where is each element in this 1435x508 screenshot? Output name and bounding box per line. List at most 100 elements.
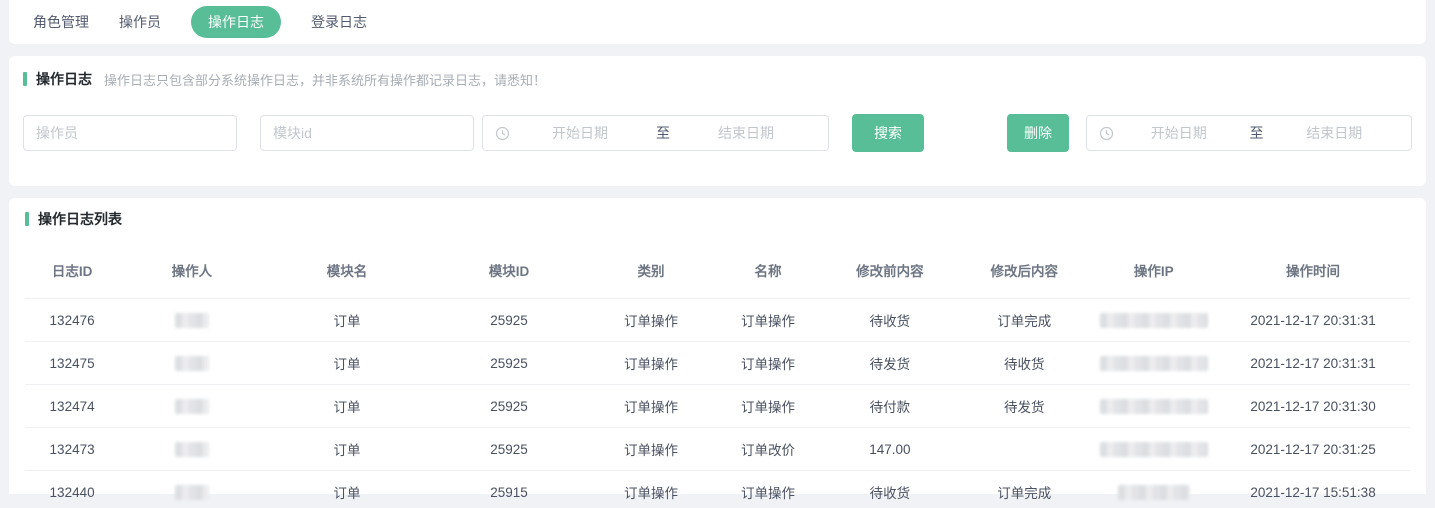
start-date-placeholder: 开始日期 [510, 123, 650, 143]
cell-operator [119, 299, 264, 342]
cell-module-id: 25925 [429, 299, 588, 342]
cell-category: 订单操作 [589, 428, 714, 471]
cell-log-id: 132473 [25, 428, 119, 471]
redacted-operator-blur [175, 485, 209, 500]
cell-operator [119, 385, 264, 428]
redacted-ip-blur [1100, 442, 1208, 457]
date-range-separator: 至 [1244, 123, 1270, 143]
cell-ip [1091, 342, 1216, 385]
col-ip: 操作IP [1091, 232, 1216, 299]
cell-category: 订单操作 [589, 385, 714, 428]
operation-log-table: 日志ID 操作人 模块名 模块ID 类别 名称 修改前内容 修改后内容 操作IP… [25, 232, 1410, 508]
cell-time: 2021-12-17 20:31:30 [1216, 385, 1410, 428]
tab-operators[interactable]: 操作员 [119, 12, 161, 32]
cell-ip [1091, 428, 1216, 471]
cell-ip [1091, 471, 1216, 508]
cell-name: 订单操作 [713, 342, 822, 385]
redacted-ip-blur [1100, 356, 1208, 371]
col-module-name: 模块名 [265, 232, 430, 299]
clock-icon [1099, 126, 1114, 141]
filter-section-note: 操作日志只包含部分系统操作日志，并非系统所有操作都记录日志，请悉知！ [104, 70, 546, 89]
redacted-operator-blur [175, 399, 209, 414]
section-accent-bar [25, 212, 29, 226]
col-operator: 操作人 [119, 232, 264, 299]
cell-before: 待收货 [823, 299, 957, 342]
col-log-id: 日志ID [25, 232, 119, 299]
cell-name: 订单操作 [713, 471, 822, 508]
delete-date-range-picker[interactable]: 开始日期 至 结束日期 [1086, 115, 1412, 151]
tab-role-management[interactable]: 角色管理 [33, 12, 89, 32]
cell-module-name: 订单 [265, 385, 430, 428]
cell-module-id: 25925 [429, 342, 588, 385]
cell-operator [119, 342, 264, 385]
redacted-operator-blur [175, 356, 209, 371]
search-date-range-picker[interactable]: 开始日期 至 结束日期 [482, 115, 829, 151]
end-date-placeholder: 结束日期 [676, 123, 816, 143]
search-button[interactable]: 搜索 [852, 114, 924, 152]
cell-operator [119, 428, 264, 471]
cell-ip [1091, 299, 1216, 342]
filter-card: 操作日志 操作日志只包含部分系统操作日志，并非系统所有操作都记录日志，请悉知！ … [9, 56, 1426, 186]
cell-after [957, 428, 1091, 471]
redacted-operator-blur [175, 442, 209, 457]
end-date-placeholder: 结束日期 [1270, 123, 1400, 143]
tab-operation-log[interactable]: 操作日志 [191, 6, 281, 38]
table-row: 132476 订单 25925 订单操作 订单操作 待收货 订单完成 2021-… [25, 299, 1410, 342]
log-list-section-header: 操作日志列表 [25, 208, 1410, 230]
col-time: 操作时间 [1216, 232, 1410, 299]
cell-before: 147.00 [823, 428, 957, 471]
date-range-separator: 至 [650, 123, 676, 143]
filter-section-header: 操作日志 操作日志只包含部分系统操作日志，并非系统所有操作都记录日志，请悉知！ [23, 68, 1412, 90]
cell-after: 订单完成 [957, 299, 1091, 342]
cell-after: 订单完成 [957, 471, 1091, 508]
delete-button[interactable]: 删除 [1007, 114, 1069, 152]
cell-operator [119, 471, 264, 508]
cell-time: 2021-12-17 20:31:25 [1216, 428, 1410, 471]
filter-row: 开始日期 至 结束日期 搜索 删除 开始日期 至 结束日期 [23, 114, 1412, 152]
cell-before: 待付款 [823, 385, 957, 428]
redacted-operator-blur [175, 313, 209, 328]
col-category: 类别 [589, 232, 714, 299]
cell-module-name: 订单 [265, 471, 430, 508]
table-row: 132475 订单 25925 订单操作 订单操作 待发货 待收货 2021-1… [25, 342, 1410, 385]
cell-log-id: 132440 [25, 471, 119, 508]
cell-category: 订单操作 [589, 342, 714, 385]
tab-bar: 角色管理 操作员 操作日志 登录日志 [9, 0, 1426, 44]
cell-after: 待发货 [957, 385, 1091, 428]
operator-input[interactable] [23, 115, 237, 151]
table-header-row: 日志ID 操作人 模块名 模块ID 类别 名称 修改前内容 修改后内容 操作IP… [25, 232, 1410, 299]
cell-module-id: 25925 [429, 385, 588, 428]
clock-icon [495, 126, 510, 141]
tab-login-log[interactable]: 登录日志 [311, 12, 367, 32]
cell-time: 2021-12-17 20:31:31 [1216, 342, 1410, 385]
table-row: 132473 订单 25925 订单操作 订单改价 147.00 2021-12… [25, 428, 1410, 471]
log-list-card: 操作日志列表 日志ID 操作人 模块名 模块ID 类别 名称 修改前内容 修改后… [9, 198, 1426, 494]
filter-section-title: 操作日志 [36, 69, 92, 89]
table-row: 132440 订单 25915 订单操作 订单操作 待收货 订单完成 2021-… [25, 471, 1410, 508]
start-date-placeholder: 开始日期 [1114, 123, 1244, 143]
cell-name: 订单改价 [713, 428, 822, 471]
col-name: 名称 [713, 232, 822, 299]
cell-log-id: 132475 [25, 342, 119, 385]
cell-module-name: 订单 [265, 299, 430, 342]
col-before: 修改前内容 [823, 232, 957, 299]
log-list-section-title: 操作日志列表 [38, 209, 122, 229]
cell-ip [1091, 385, 1216, 428]
cell-time: 2021-12-17 20:31:31 [1216, 299, 1410, 342]
redacted-ip-blur [1118, 485, 1190, 500]
module-id-input[interactable] [260, 115, 474, 151]
cell-before: 待收货 [823, 471, 957, 508]
table-row: 132474 订单 25925 订单操作 订单操作 待付款 待发货 2021-1… [25, 385, 1410, 428]
cell-module-id: 25915 [429, 471, 588, 508]
cell-name: 订单操作 [713, 385, 822, 428]
section-accent-bar [23, 72, 27, 86]
cell-module-id: 25925 [429, 428, 588, 471]
cell-category: 订单操作 [589, 299, 714, 342]
cell-name: 订单操作 [713, 299, 822, 342]
cell-after: 待收货 [957, 342, 1091, 385]
redacted-ip-blur [1100, 313, 1208, 328]
cell-time: 2021-12-17 15:51:38 [1216, 471, 1410, 508]
cell-before: 待发货 [823, 342, 957, 385]
cell-module-name: 订单 [265, 428, 430, 471]
cell-module-name: 订单 [265, 342, 430, 385]
